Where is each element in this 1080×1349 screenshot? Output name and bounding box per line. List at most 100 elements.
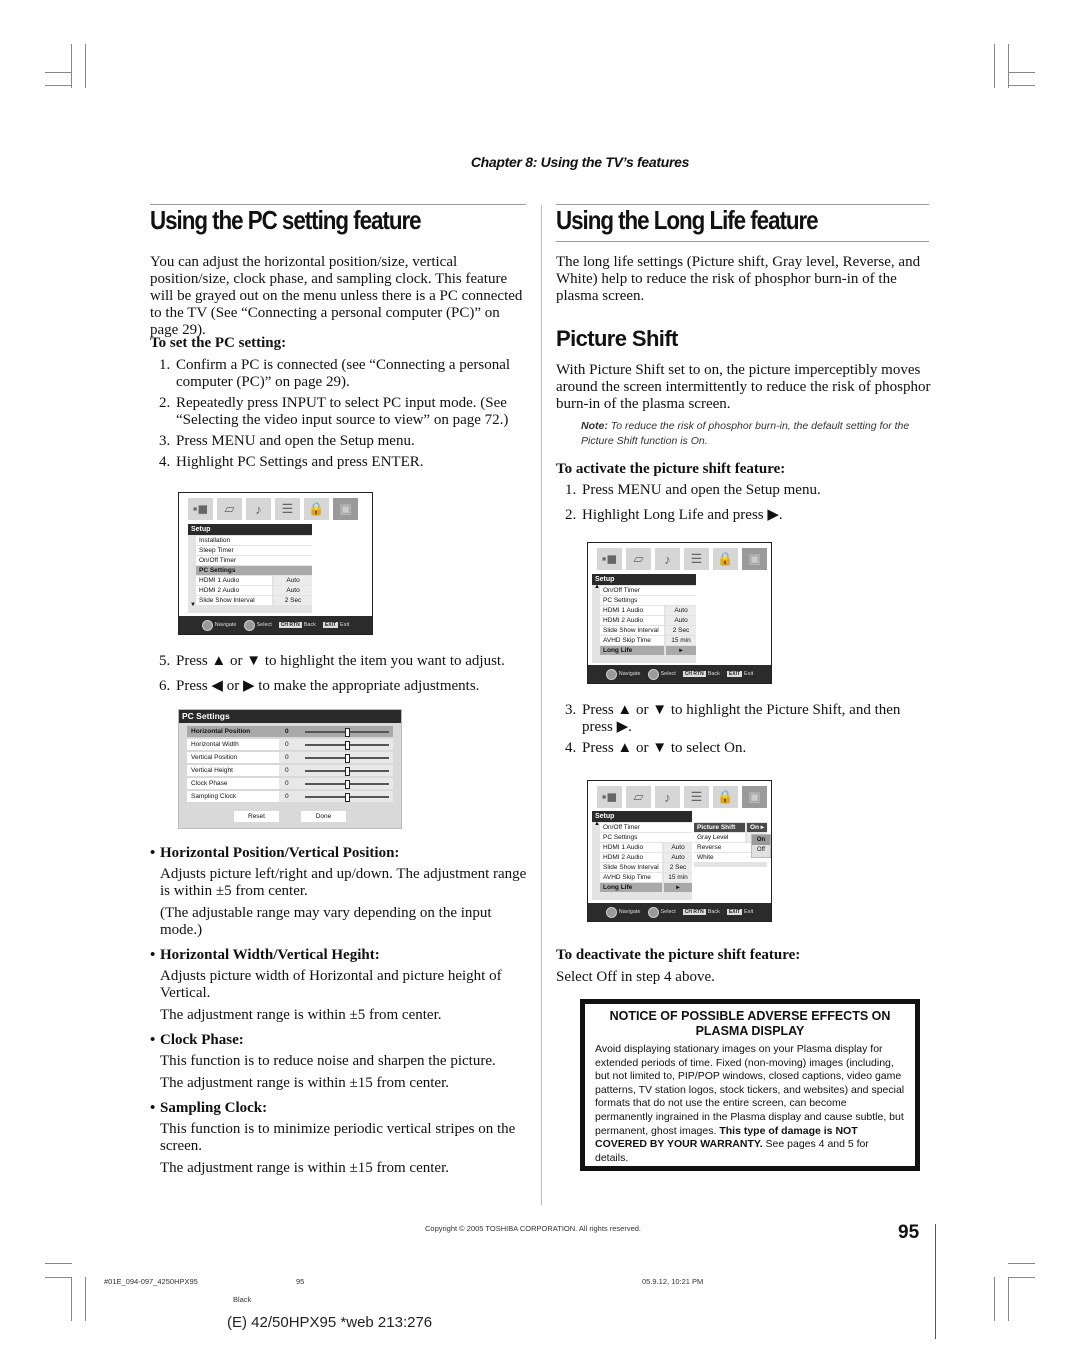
menu-rows: On/Off Timer PC Settings HDMI 1 Audio Auto H…: [592, 586, 696, 655]
option-on[interactable]: On: [752, 835, 770, 845]
print-date: 05.9.12, 10:21 PM: [642, 1277, 704, 1286]
menu-item[interactable]: PC Settings: [196, 566, 312, 575]
menu-item[interactable]: Long Life ▸: [600, 883, 692, 892]
pc-setting-slider[interactable]: [301, 791, 393, 802]
navigate-icon: [201, 619, 213, 631]
menu-item[interactable]: PC Settings: [600, 833, 692, 842]
menu-item[interactable]: PC Settings: [600, 596, 696, 605]
setup-icon: ▣: [333, 498, 358, 520]
back-label: Back: [707, 671, 720, 677]
pc-setting-row[interactable]: Vertical Height 0: [187, 765, 393, 776]
menu-item[interactable]: On/Off Timer: [600, 586, 696, 595]
menu-item[interactable]: HDMI 2 Audio Auto: [600, 853, 692, 862]
pc-setting-slider[interactable]: [301, 726, 393, 737]
setup-icon: ▣: [742, 786, 767, 808]
exit-hint: EXIT Exit: [322, 622, 350, 628]
menu-item[interactable]: Sleep Timer: [196, 546, 312, 555]
menu-footer: Navigate Select CH RTN Back EXIT Exit: [179, 616, 372, 634]
navigate-label: Navigate: [618, 671, 641, 677]
option-off[interactable]: Off: [752, 845, 770, 855]
audio-icon: ♪: [655, 548, 680, 570]
navigate-label: Navigate: [618, 909, 641, 915]
menu-item[interactable]: HDMI 2 Audio Auto: [196, 586, 312, 595]
right-intro: The long life settings (Picture shift, G…: [556, 254, 931, 305]
slider-thumb[interactable]: [344, 741, 350, 750]
slider-thumb[interactable]: [344, 767, 350, 776]
menu-item-label: PC Settings: [600, 596, 696, 605]
menu-item[interactable]: Slide Show Interval 2 Sec: [196, 596, 312, 605]
menu-title: Setup: [592, 574, 696, 585]
pc-setting-value: 0: [279, 739, 301, 750]
step-text: Press ▲ or ▼ to highlight the item you w…: [176, 653, 505, 669]
menu-item[interactable]: HDMI 1 Audio Auto: [196, 576, 312, 585]
exit-hint: EXIT Exit: [726, 909, 753, 915]
model-id: (E) 42/50HPX95 *web 213:276: [227, 1314, 433, 1331]
menu-item[interactable]: On/Off Timer: [600, 823, 692, 832]
menu-item[interactable]: AVHD Skip Time 15 min: [600, 873, 692, 882]
menu-item[interactable]: HDMI 1 Audio Auto: [600, 843, 692, 852]
pc-setting-row[interactable]: Clock Phase 0: [187, 778, 393, 789]
menu-item[interactable]: Long Life ▸: [600, 646, 696, 655]
pc-setting-slider[interactable]: [301, 752, 393, 763]
crop-mark: [45, 85, 72, 86]
bullet-text: The adjustment range is within ±5 from c…: [160, 1007, 442, 1023]
menu-item[interactable]: HDMI 1 Audio Auto: [600, 606, 696, 615]
left-intro: You can adjust the horizontal position/s…: [150, 254, 530, 339]
slider-thumb[interactable]: [344, 754, 350, 763]
pc-setting-value: 0: [279, 752, 301, 763]
reset-button[interactable]: Reset: [234, 811, 279, 822]
crop-mark: [45, 72, 72, 73]
picture-icon: ▪◼: [597, 786, 622, 808]
pc-setting-slider[interactable]: [301, 778, 393, 789]
menu-item-value: Auto: [274, 576, 312, 585]
step-text: Press MENU and open the Setup menu.: [582, 482, 821, 498]
picture-shift-desc: With Picture Shift set to on, the pictur…: [556, 362, 931, 413]
pc-setting-value: 0: [279, 778, 301, 789]
crop-mark: [1008, 44, 1009, 88]
menu-item-label: Slide Show Interval: [600, 863, 662, 872]
step-item: 6. Press ◀ or ▶ to make the appropriate a…: [150, 676, 530, 697]
column-divider: [541, 205, 542, 1205]
select-label: Select: [660, 909, 676, 915]
step-item: 2. Repeatedly press INPUT to select PC in…: [150, 395, 530, 429]
pc-setting-row[interactable]: Horizontal Position 0: [187, 726, 393, 737]
bullet-text: (The adjustable range may vary depending…: [160, 905, 492, 938]
menu-item-label: HDMI 1 Audio: [600, 606, 664, 615]
pc-setting-label: Vertical Height: [187, 765, 279, 776]
picture-icon: ▪◼: [597, 548, 622, 570]
menu-item[interactable]: On/Off Timer: [196, 556, 312, 565]
submenu-item[interactable]: Picture Shift On ▸: [694, 823, 767, 832]
pc-setting-label: Sampling Clock: [187, 791, 279, 802]
menu-item[interactable]: Slide Show Interval 2 Sec: [600, 626, 696, 635]
exit-label: Exit: [340, 622, 350, 628]
audio-icon: ♪: [246, 498, 271, 520]
menu-item-value: 15 min: [664, 873, 692, 882]
lock-icon: 🔒: [713, 548, 738, 570]
done-button[interactable]: Done: [301, 811, 346, 822]
slider-thumb[interactable]: [344, 793, 350, 802]
menu-item[interactable]: HDMI 2 Audio Auto: [600, 616, 696, 625]
pc-setting-row[interactable]: Vertical Position 0: [187, 752, 393, 763]
menu-item[interactable]: Slide Show Interval 2 Sec: [600, 863, 692, 872]
step-item: 5. Press ▲ or ▼ to highlight the item you…: [150, 651, 530, 672]
step-item: 2. Highlight Long Life and press ▶.: [556, 505, 931, 526]
pc-setting-row[interactable]: Horizontal Width 0: [187, 739, 393, 750]
picture-shift-heading: Picture Shift: [556, 326, 678, 351]
step-text: Press ▲ or ▼ to highlight the Picture Sh…: [582, 702, 901, 735]
pc-setting-row[interactable]: Sampling Clock 0: [187, 791, 393, 802]
slider-thumb[interactable]: [344, 728, 350, 737]
bullet-text: The adjustment range is within ±15 from …: [160, 1075, 449, 1091]
menu-item[interactable]: AVHD Skip Time 15 min: [600, 636, 696, 645]
activate-steps: To activate the picture shift feature: 1…: [556, 461, 931, 530]
navigate-icon: [605, 906, 617, 918]
setup-menu-screen-long-life: ▪◼ ▱ ♪ ☰ 🔒 ▣ Setup ▲ On/Off Timer PC Sett…: [587, 542, 772, 684]
pc-setting-slider[interactable]: [301, 765, 393, 776]
step-text: Highlight Long Life and press ▶.: [582, 507, 783, 523]
setup-menu-screen-picture-shift: ▪◼ ▱ ♪ ☰ 🔒 ▣ Setup ▲ On/Off Timer PC Sett…: [587, 780, 772, 922]
navigate-hint: Navigate: [605, 906, 641, 918]
pc-setting-label: Horizontal Width: [187, 739, 279, 750]
slider-thumb[interactable]: [344, 780, 350, 789]
pc-setting-slider[interactable]: [301, 739, 393, 750]
menu-item[interactable]: Installation: [196, 536, 312, 545]
select-hint: Select: [647, 906, 676, 918]
